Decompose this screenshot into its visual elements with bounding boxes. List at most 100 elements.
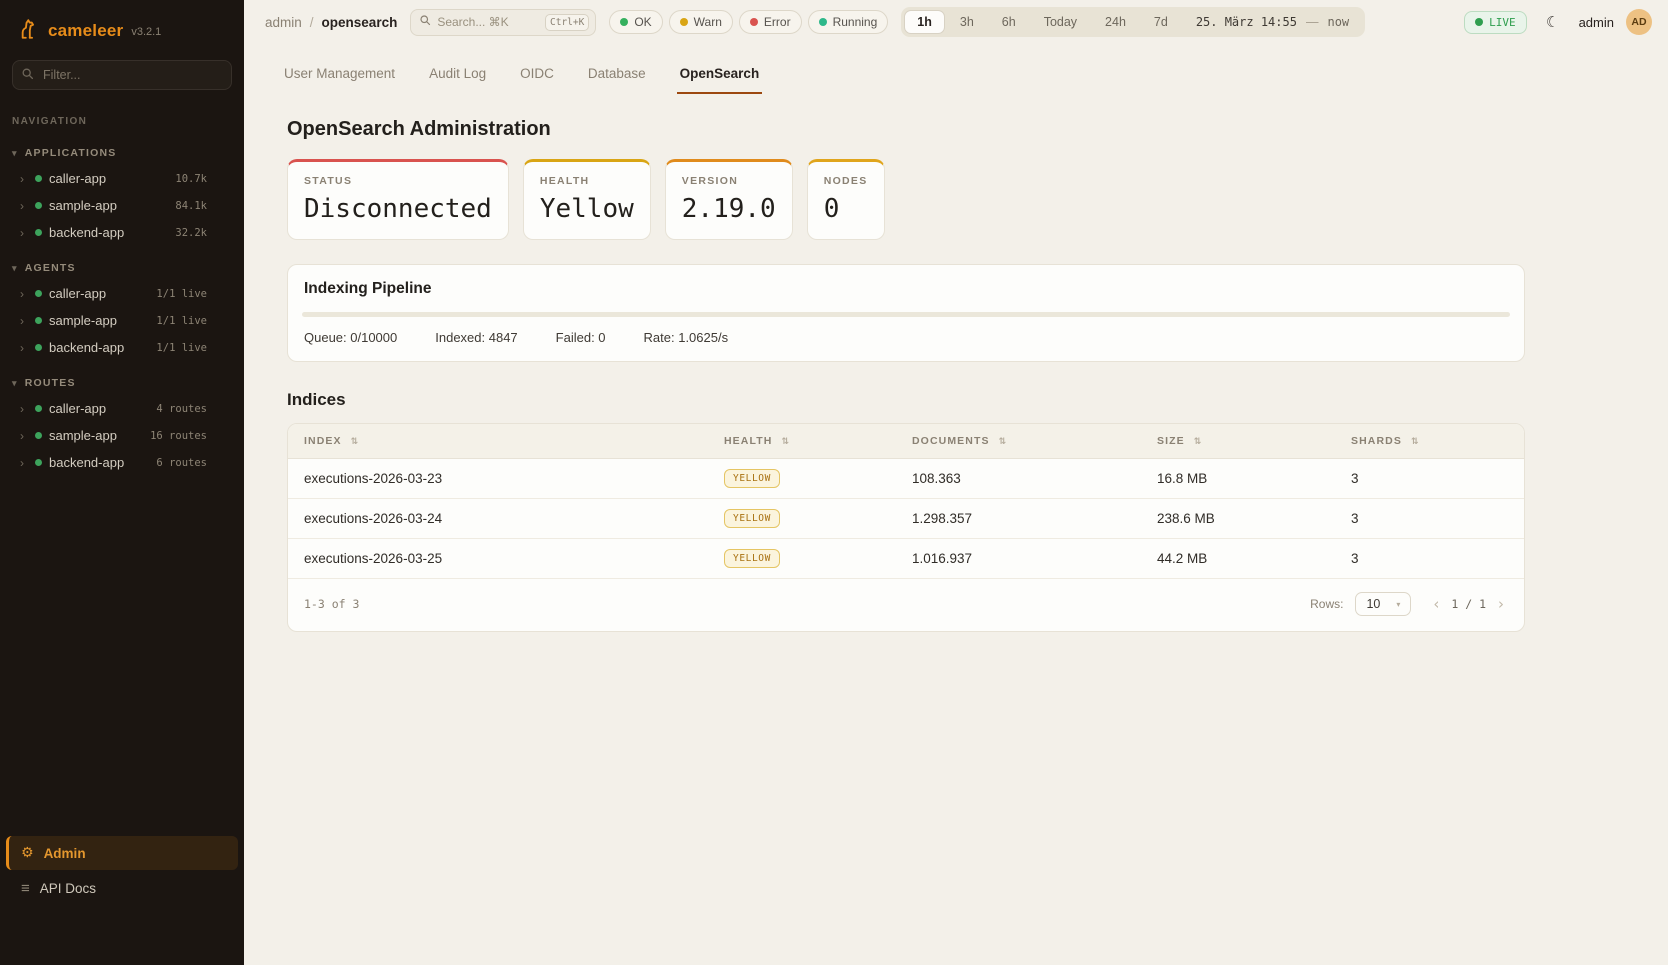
- cell-size: 16.8 MB: [1141, 459, 1335, 499]
- filter-error[interactable]: Error: [739, 10, 802, 34]
- sort-icon: ⇅: [1194, 437, 1203, 447]
- tab-user-management[interactable]: User Management: [281, 58, 398, 94]
- running-dot-icon: [819, 18, 827, 26]
- item-badge: 10.7k: [175, 173, 207, 185]
- filter-warn[interactable]: Warn: [669, 10, 733, 34]
- pipeline-queue: Queue: 0/10000: [304, 330, 397, 345]
- sort-icon: ⇅: [1411, 437, 1420, 447]
- stat-card-health: HEALTH Yellow: [523, 159, 651, 240]
- time-range-display[interactable]: 25. März 14:55 — now: [1183, 15, 1362, 29]
- topbar-right: LIVE ☾ admin AD: [1464, 8, 1652, 36]
- indexing-pipeline-panel: Indexing Pipeline Queue: 0/10000 Indexed…: [287, 264, 1525, 362]
- time-range-today[interactable]: Today: [1031, 10, 1090, 34]
- chevron-right-icon: ›: [20, 456, 28, 470]
- item-label: sample-app: [49, 313, 117, 328]
- stat-card-status: STATUS Disconnected: [287, 159, 509, 240]
- sidebar-item-admin[interactable]: ⚙ Admin: [6, 836, 238, 870]
- sidebar-item-applications-caller-app[interactable]: › caller-app 10.7k: [0, 165, 244, 192]
- content: OpenSearch Administration STATUS Disconn…: [244, 94, 1668, 656]
- column-header-health[interactable]: HEALTH ⇅: [708, 424, 896, 459]
- filter-ok[interactable]: OK: [609, 10, 662, 34]
- section-header-routes[interactable]: ▾ ROUTES: [0, 373, 244, 395]
- section-header-agents[interactable]: ▾ AGENTS: [0, 258, 244, 280]
- time-range-7d[interactable]: 7d: [1141, 10, 1181, 34]
- section-label: APPLICATIONS: [25, 147, 117, 159]
- item-badge: 1/1 live: [156, 288, 207, 300]
- filter-label: OK: [634, 15, 651, 29]
- time-range-6h[interactable]: 6h: [989, 10, 1029, 34]
- breadcrumb-parent[interactable]: admin: [265, 15, 302, 30]
- column-label: SHARDS: [1351, 435, 1402, 447]
- time-range-24h[interactable]: 24h: [1092, 10, 1139, 34]
- cell-index: executions-2026-03-24: [288, 499, 708, 539]
- column-header-documents[interactable]: DOCUMENTS ⇅: [896, 424, 1141, 459]
- sidebar-item-agents-caller-app[interactable]: › caller-app 1/1 live: [0, 280, 244, 307]
- table-row[interactable]: executions-2026-03-25 YELLOW 1.016.937 4…: [288, 539, 1524, 579]
- section-header-applications[interactable]: ▾ APPLICATIONS: [0, 143, 244, 165]
- table-row[interactable]: executions-2026-03-23 YELLOW 108.363 16.…: [288, 459, 1524, 499]
- column-header-size[interactable]: SIZE ⇅: [1141, 424, 1335, 459]
- gear-icon: ⚙: [21, 845, 34, 861]
- nav-heading: NAVIGATION: [0, 102, 244, 131]
- status-dot: [35, 344, 42, 351]
- global-search-input[interactable]: [437, 15, 539, 29]
- time-range-1h[interactable]: 1h: [904, 10, 945, 34]
- pipeline-progress-bar: [302, 312, 1510, 317]
- sidebar-item-routes-caller-app[interactable]: › caller-app 4 routes: [0, 395, 244, 422]
- rows-per-page-select[interactable]: 10 ▾: [1355, 592, 1411, 616]
- health-badge: YELLOW: [724, 509, 780, 528]
- item-badge: 4 routes: [156, 403, 207, 415]
- sidebar-filter-input[interactable]: [12, 60, 232, 90]
- tab-database[interactable]: Database: [585, 58, 649, 94]
- item-label: caller-app: [49, 286, 106, 301]
- panel-title: Indexing Pipeline: [302, 280, 1510, 298]
- pipeline-stats: Queue: 0/10000 Indexed: 4847 Failed: 0 R…: [302, 330, 1510, 345]
- sidebar-item-routes-sample-app[interactable]: › sample-app 16 routes: [0, 422, 244, 449]
- section-label: ROUTES: [25, 377, 76, 389]
- app-logo[interactable]: cameleer v3.2.1: [0, 0, 244, 56]
- item-badge: 1/1 live: [156, 342, 207, 354]
- indices-table: INDEX ⇅ HEALTH ⇅ DOCUMENTS ⇅ SIZE: [288, 424, 1524, 579]
- column-header-index[interactable]: INDEX ⇅: [288, 424, 708, 459]
- cell-shards: 3: [1335, 459, 1524, 499]
- stat-value: Yellow: [540, 194, 634, 224]
- time-range-3h[interactable]: 3h: [947, 10, 987, 34]
- avatar[interactable]: AD: [1626, 9, 1652, 35]
- indices-table-card: INDEX ⇅ HEALTH ⇅ DOCUMENTS ⇅ SIZE: [287, 423, 1525, 632]
- item-label: backend-app: [49, 340, 124, 355]
- next-page-button[interactable]: ›: [1494, 595, 1508, 613]
- sidebar-item-api-docs[interactable]: ≡ API Docs: [6, 870, 238, 907]
- health-badge: YELLOW: [724, 549, 780, 568]
- table-row[interactable]: executions-2026-03-24 YELLOW 1.298.357 2…: [288, 499, 1524, 539]
- tab-opensearch[interactable]: OpenSearch: [677, 58, 763, 94]
- sidebar-item-agents-sample-app[interactable]: › sample-app 1/1 live: [0, 307, 244, 334]
- item-label: sample-app: [49, 428, 117, 443]
- theme-toggle[interactable]: ☾: [1539, 8, 1567, 36]
- column-header-shards[interactable]: SHARDS ⇅: [1335, 424, 1524, 459]
- sidebar-item-applications-backend-app[interactable]: › backend-app 32.2k: [0, 219, 244, 246]
- status-dot: [35, 202, 42, 209]
- sidebar-item-applications-sample-app[interactable]: › sample-app 84.1k: [0, 192, 244, 219]
- pipeline-rate: Rate: 1.0625/s: [644, 330, 729, 345]
- prev-page-button[interactable]: ‹: [1429, 595, 1443, 613]
- cell-index: executions-2026-03-23: [288, 459, 708, 499]
- tab-audit-log[interactable]: Audit Log: [426, 58, 489, 94]
- section-applications: ▾ APPLICATIONS › caller-app 10.7k › samp…: [0, 143, 244, 246]
- chevron-right-icon: ›: [20, 341, 28, 355]
- sidebar-item-routes-backend-app[interactable]: › backend-app 6 routes: [0, 449, 244, 476]
- tab-oidc[interactable]: OIDC: [517, 58, 557, 94]
- main-column: admin / opensearch Ctrl+K OK Warn: [244, 0, 1668, 965]
- global-search[interactable]: Ctrl+K: [410, 9, 596, 36]
- section-routes: ▾ ROUTES › caller-app 4 routes › sample-…: [0, 373, 244, 476]
- ok-dot-icon: [620, 18, 628, 26]
- status-dot: [35, 432, 42, 439]
- moon-icon: ☾: [1546, 13, 1559, 31]
- status-dot: [35, 175, 42, 182]
- chevron-right-icon: ›: [20, 314, 28, 328]
- status-dot: [35, 459, 42, 466]
- sidebar-item-agents-backend-app[interactable]: › backend-app 1/1 live: [0, 334, 244, 361]
- filter-running[interactable]: Running: [808, 10, 889, 34]
- table-footer: 1-3 of 3 Rows: 10 ▾ ‹ 1 / 1 ›: [288, 579, 1524, 631]
- live-toggle[interactable]: LIVE: [1464, 11, 1527, 34]
- health-badge: YELLOW: [724, 469, 780, 488]
